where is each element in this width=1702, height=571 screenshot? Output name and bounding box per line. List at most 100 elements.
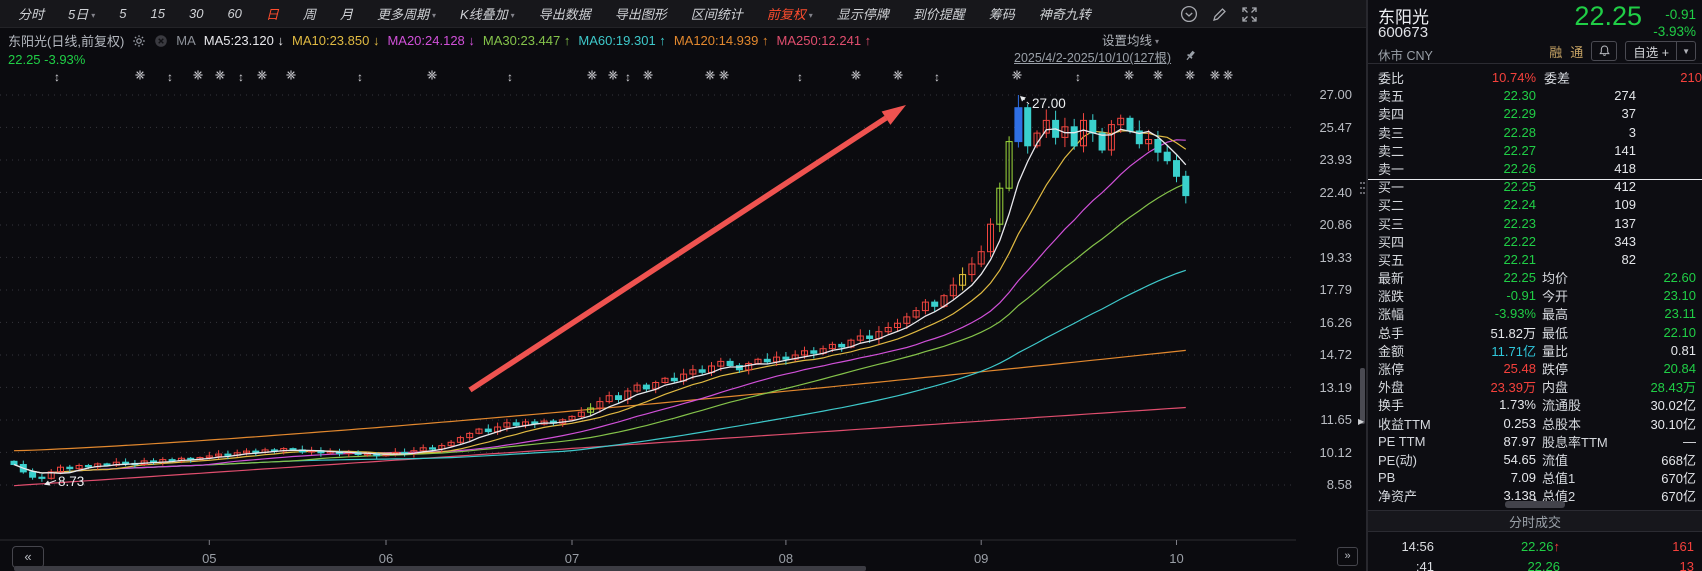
y-axis-label: 17.79	[1319, 282, 1352, 297]
stat-row: 收益TTM0.253总股本30.10亿	[1368, 414, 1702, 432]
btn-range-stats[interactable]: 区间统计	[679, 4, 755, 23]
chevron-down-icon: ▼	[1677, 47, 1695, 56]
tab-30min[interactable]: 30	[177, 6, 215, 21]
draw-pen-icon[interactable]	[1211, 6, 1228, 23]
stat-row: 金额11.71亿量比0.81	[1368, 341, 1702, 359]
stat-row: 最新22.25均价22.60	[1368, 268, 1702, 286]
fullscreen-icon[interactable]	[1241, 6, 1258, 23]
y-axis-label: 11.65	[1320, 412, 1352, 427]
stock-code: 600673	[1378, 24, 1428, 41]
last-price: 22.25	[1508, 1, 1642, 32]
svg-text:↕: ↕	[507, 70, 513, 84]
stat-row: 总手51.82万最低22.10	[1368, 323, 1702, 341]
menu-adjust-mode[interactable]: 前复权▾	[755, 4, 825, 23]
chevron-down-icon: ▾	[91, 11, 95, 20]
btn-export-image[interactable]: 导出图形	[603, 4, 679, 23]
stat-row: PE(动)54.65流值668亿	[1368, 450, 1702, 468]
y-axis-label: 13.19	[1319, 380, 1352, 395]
splitter-grip-icon[interactable]	[1359, 181, 1366, 195]
menu-more-periods[interactable]: 更多周期▾	[365, 4, 448, 23]
trade-row[interactable]: :41 22.26 13	[1368, 556, 1702, 571]
market-status: 休市 CNY	[1378, 45, 1433, 64]
scroll-right-button[interactable]: »	[1337, 547, 1358, 566]
ma60-value: MA60:19.301 ↑	[578, 33, 665, 48]
y-axis-label: 20.86	[1319, 217, 1352, 232]
ask-row[interactable]: 卖一22.26418	[1368, 159, 1702, 177]
horizontal-scrollbar[interactable]	[14, 566, 866, 571]
price-change-pct: -3.93%	[1644, 23, 1696, 40]
stats-grid: 最新22.25均价22.60 涨跌-0.91今开23.10 涨幅-3.93%最高…	[1368, 268, 1702, 504]
tab-weekly[interactable]: 周	[291, 4, 328, 23]
y-axis-label: 22.40	[1319, 185, 1352, 200]
stat-row: 涨停25.48跌停20.84	[1368, 359, 1702, 377]
tab-monthly[interactable]: 月	[328, 4, 365, 23]
chart-title: 东阳光(日线,前复权)	[8, 31, 124, 50]
btn-export-data[interactable]: 导出数据	[527, 4, 603, 23]
price-change: -0.91	[1644, 6, 1696, 23]
panel-scrollbar-thumb[interactable]	[1360, 368, 1365, 424]
chevron-down-icon: ▾	[432, 11, 436, 20]
ma-group-label[interactable]: MA	[176, 33, 196, 48]
collapse-handle[interactable]: ▲	[1505, 501, 1565, 508]
svg-text:↕: ↕	[797, 70, 803, 84]
ma30-value: MA30:23.447 ↑	[483, 33, 570, 48]
margin-badge: 融	[1549, 42, 1562, 61]
btn-price-alert[interactable]: 到价提醒	[901, 4, 977, 23]
y-axis-label: 19.33	[1319, 250, 1352, 265]
trade-row[interactable]: 14:56 22.26↑ 161	[1368, 536, 1702, 556]
tab-5min[interactable]: 5	[107, 6, 138, 21]
svg-text:↕: ↕	[625, 70, 631, 84]
ask-row[interactable]: 卖三22.283	[1368, 123, 1702, 141]
ma10-value: MA10:23.850 ↓	[292, 33, 379, 48]
weicha-value: 210	[1570, 70, 1702, 85]
gear-icon[interactable]	[132, 34, 146, 48]
y-axis-label: 10.12	[1319, 445, 1352, 460]
btn-show-suspended[interactable]: 显示停牌	[825, 4, 901, 23]
svg-text:↕: ↕	[54, 70, 60, 84]
weibi-value: 10.74%	[1440, 70, 1536, 85]
svg-text:↕: ↕	[934, 70, 940, 84]
stat-row: 涨跌-0.91今开23.10	[1368, 286, 1702, 304]
tab-daily[interactable]: 日	[254, 4, 291, 23]
bid-row[interactable]: 买四22.22343	[1368, 232, 1702, 250]
collapse-arrow-icon: ▲	[1505, 497, 1565, 503]
ask-row[interactable]: 卖五22.30274	[1368, 86, 1702, 104]
kline-chart[interactable]: 050607080910↕↕↕↕↕↕↕↕↕27.008.73	[0, 57, 1296, 571]
tab-5day[interactable]: 5日▾	[56, 4, 107, 23]
alert-bell-button[interactable]	[1591, 41, 1617, 61]
stat-row: PB7.09总值1670亿	[1368, 468, 1702, 486]
bid-row[interactable]: 买三22.23137	[1368, 214, 1702, 232]
ask-row[interactable]: 卖四22.2937	[1368, 104, 1702, 122]
period-toolbar: 分时 5日▾ 5 15 30 60 日 周 月 更多周期▾ K线叠加▾ 导出数据…	[0, 0, 1366, 28]
stat-row: PE TTM87.97股息率TTM—	[1368, 432, 1702, 450]
ma5-value: MA5:23.120 ↓	[204, 33, 284, 48]
bid-ask-separator	[1368, 179, 1702, 180]
close-indicator-icon[interactable]	[154, 34, 168, 48]
scroll-left-button[interactable]: «	[12, 546, 44, 568]
chevron-down-icon: ▾	[511, 11, 515, 20]
y-axis-label: 27.00	[1319, 87, 1352, 102]
ask-row[interactable]: 卖二22.27141	[1368, 141, 1702, 159]
collapse-panel-arrow[interactable]: ▶	[1358, 417, 1364, 426]
add-watchlist-button[interactable]: 自选 +▼	[1625, 41, 1696, 61]
bid-row[interactable]: 买五22.2182	[1368, 250, 1702, 268]
tick-trades-header[interactable]: 分时成交	[1368, 510, 1702, 532]
y-axis-label: 14.72	[1319, 347, 1352, 362]
svg-text:8.73: 8.73	[58, 474, 84, 489]
tab-timeshare[interactable]: 分时	[6, 4, 56, 23]
svg-text:05: 05	[202, 551, 216, 566]
btn-magic-nine[interactable]: 神奇九转	[1027, 4, 1103, 23]
svg-text:↕: ↕	[167, 70, 173, 84]
btn-chips[interactable]: 筹码	[977, 4, 1027, 23]
menu-kline-overlay[interactable]: K线叠加▾	[448, 4, 527, 23]
ma120-value: MA120:14.939 ↑	[674, 33, 769, 48]
circle-chevron-icon[interactable]	[1180, 5, 1198, 23]
y-axis-label: 25.47	[1319, 120, 1352, 135]
bid-row[interactable]: 买二22.24109	[1368, 195, 1702, 213]
tab-15min[interactable]: 15	[139, 6, 177, 21]
stat-row: 换手1.73%流通股30.02亿	[1368, 395, 1702, 413]
tab-60min[interactable]: 60	[215, 6, 253, 21]
tick-trades-list: 14:56 22.26↑ 161 :41 22.26 13	[1368, 536, 1702, 571]
y-axis-label: 8.58	[1327, 477, 1352, 492]
svg-text:07: 07	[565, 551, 579, 566]
